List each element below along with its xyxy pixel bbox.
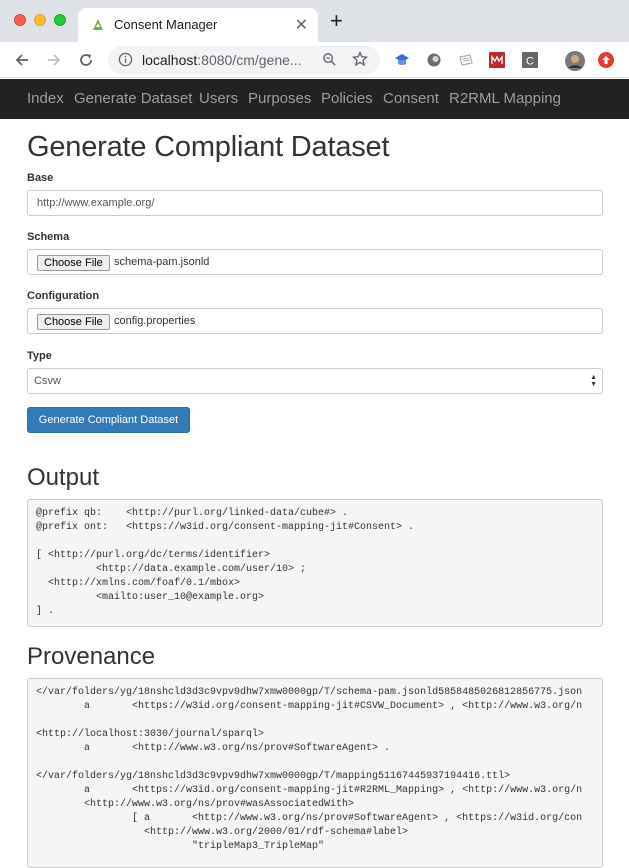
schema-choose-file-button[interactable]: Choose File [37, 255, 110, 271]
output-line: <mailto:user_10@example.org> [36, 592, 265, 603]
browser-tab-strip: Consent Manager ✕ + [0, 0, 629, 42]
provenance-pre: </var/folders/yg/18nshcld3d3c9vpv9dhw7xm… [27, 678, 603, 868]
extension-circle-icon[interactable] [426, 52, 442, 68]
schema-label: Schema [27, 231, 70, 243]
configuration-file-input: Choose File config.properties [27, 308, 603, 334]
base-input-value: http://www.example.org/ [37, 197, 155, 209]
nav-index[interactable]: Index [27, 90, 64, 107]
configuration-label: Configuration [27, 290, 100, 302]
back-icon[interactable] [10, 48, 34, 72]
base-input[interactable]: http://www.example.org/ [27, 190, 603, 216]
provenance-line: <http://localhost:3030/journal/sparql> [36, 729, 265, 740]
generate-compliant-dataset-button[interactable]: Generate Compliant Dataset [27, 407, 190, 433]
tab-title: Consent Manager [114, 17, 218, 32]
url-path: :8080/cm/gene... [197, 52, 302, 68]
provenance-line: </var/folders/yg/18nshcld3d3c9vpv9dhw7xm… [36, 771, 511, 782]
forward-icon[interactable] [42, 48, 66, 72]
schema-file-input: Choose File schema-pam.jsonld [27, 249, 603, 275]
bookmark-star-icon[interactable] [352, 51, 368, 67]
consent-manager-favicon-icon [93, 19, 103, 30]
output-line: <http://xmlns.com/foaf/0.1/mbox> [36, 578, 241, 589]
update-icon[interactable] [598, 52, 614, 68]
type-label: Type [27, 350, 52, 362]
output-heading: Output [27, 464, 100, 491]
provenance-line: <http://www.w3.org/2000/01/rdf-schema#la… [36, 827, 409, 838]
nav-users[interactable]: Users [199, 90, 238, 107]
url-host: localhost [142, 52, 198, 68]
provenance-line: a <http://www.w3.org/ns/prov#SoftwareAge… [36, 743, 391, 754]
provenance-line: a <https://w3id.org/consent-mapping-jit#… [36, 785, 583, 796]
window-zoom-button[interactable] [54, 14, 66, 26]
output-line: ] . [36, 606, 55, 617]
type-select-value: Csvw [34, 375, 61, 387]
output-line: @prefix ont: <https://w3id.org/consent-m… [36, 522, 415, 533]
extension-stack-icon[interactable] [458, 52, 474, 68]
provenance-line: <http://www.w3.org/ns/prov#wasAssociated… [36, 799, 355, 810]
window-close-button[interactable] [14, 14, 26, 26]
site-info-icon[interactable] [118, 52, 133, 67]
zoom-icon[interactable] [322, 52, 337, 67]
nav-policies[interactable]: Policies [321, 90, 373, 107]
select-arrows-icon: ▲ ▼ [590, 374, 597, 388]
nav-purposes[interactable]: Purposes [248, 90, 311, 107]
nav-r2rml-mapping[interactable]: R2RML Mapping [449, 90, 561, 107]
url-text: localhost:8080/cm/gene... [142, 52, 302, 68]
provenance-line: a <https://w3id.org/consent-mapping-jit#… [36, 701, 583, 712]
output-line: <http://data.example.com/user/10> ; [36, 564, 307, 575]
provenance-heading: Provenance [27, 643, 156, 670]
profile-avatar[interactable] [565, 51, 585, 71]
provenance-line: </var/folders/yg/18nshcld3d3c9vpv9dhw7xm… [36, 687, 583, 698]
provenance-line: "tripleMap3_TripleMap" [36, 841, 325, 852]
output-line: @prefix qb: <http://purl.org/linked-data… [36, 508, 349, 519]
extension-c-icon[interactable]: C [522, 52, 538, 68]
base-label: Base [27, 172, 54, 184]
nav-generate-dataset[interactable]: Generate Dataset [74, 90, 192, 107]
window-minimize-button[interactable] [34, 14, 46, 26]
extension-mendeley-icon[interactable] [489, 52, 505, 68]
tab-close-icon[interactable]: ✕ [295, 15, 308, 35]
nav-consent[interactable]: Consent [383, 90, 439, 107]
configuration-choose-file-button[interactable]: Choose File [37, 314, 110, 330]
browser-toolbar: localhost:8080/cm/gene... C [0, 42, 629, 78]
type-select[interactable]: Csvw ▲ ▼ [27, 368, 603, 394]
extension-graduation-icon[interactable] [394, 52, 410, 68]
browser-tab[interactable]: Consent Manager ✕ [78, 8, 318, 42]
svg-text:C: C [526, 56, 534, 68]
address-bar[interactable]: localhost:8080/cm/gene... [108, 46, 380, 74]
new-tab-icon[interactable]: + [330, 10, 343, 32]
output-line: [ <http://purl.org/dc/terms/identifier> [36, 550, 271, 561]
app-navbar: Index Generate Dataset Users Purposes Po… [0, 79, 629, 119]
schema-file-name: schema-pam.jsonld [114, 256, 210, 268]
provenance-line: [ a <http://www.w3.org/ns/prov#SoftwareA… [36, 813, 583, 824]
page-title: Generate Compliant Dataset [27, 131, 390, 163]
reload-icon[interactable] [74, 48, 98, 72]
configuration-file-name: config.properties [114, 315, 196, 327]
output-pre: @prefix qb: <http://purl.org/linked-data… [27, 499, 603, 627]
